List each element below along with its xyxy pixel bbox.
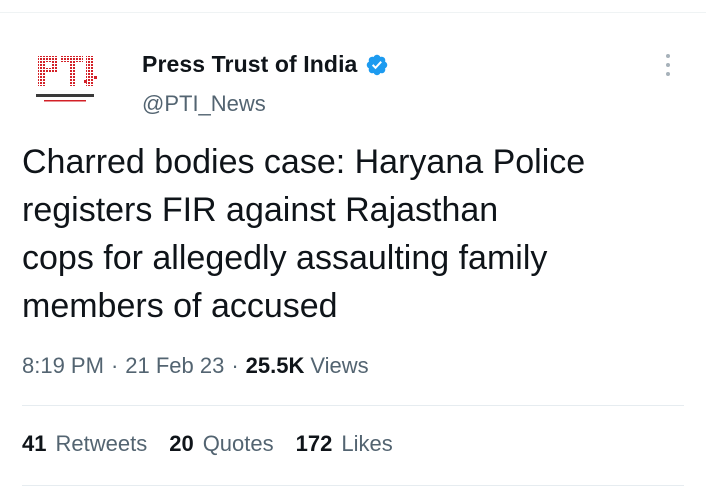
quotes-label: Quotes <box>202 431 274 456</box>
tweet-time[interactable]: 8:19 PM <box>22 353 104 379</box>
tweet-text-line: Charred bodies case: Haryana Police <box>22 143 586 181</box>
tweet-text-line: registers FIR against Rajasthan <box>22 191 499 229</box>
retweets-stat[interactable]: 41 Retweets <box>22 431 147 457</box>
tweet-text-line: members of accused <box>22 287 338 325</box>
more-dot <box>666 63 670 67</box>
views-count[interactable]: 25.5K <box>246 353 305 379</box>
author-display-name[interactable]: Press Trust of India <box>142 51 357 78</box>
verified-badge-icon <box>365 53 389 77</box>
more-dot <box>666 72 670 76</box>
tweet-text-line: cops for allegedly assaulting family <box>22 239 548 277</box>
stats-divider-bottom <box>22 485 684 486</box>
likes-count: 172 <box>295 431 333 456</box>
more-dot <box>666 54 670 58</box>
quotes-stat[interactable]: 20 Quotes <box>169 431 273 457</box>
likes-stat[interactable]: 172 Likes <box>296 431 393 457</box>
tweet-date[interactable]: 21 Feb 23 <box>125 353 224 379</box>
avatar[interactable] <box>22 40 108 126</box>
retweets-label: Retweets <box>55 431 148 456</box>
more-vertical-icon[interactable] <box>657 50 679 80</box>
retweets-count: 41 <box>22 431 47 456</box>
pti-logo <box>36 56 97 102</box>
views-label[interactable]: Views <box>310 353 368 379</box>
meta-separator: · <box>231 353 239 378</box>
author-name-row: Press Trust of India <box>142 51 389 78</box>
quotes-count: 20 <box>169 431 194 456</box>
stats-divider-top <box>22 405 684 406</box>
meta-separator: · <box>110 353 119 378</box>
likes-label: Likes <box>341 431 393 456</box>
tweet-text: Charred bodies case: Haryana Police regi… <box>22 138 692 330</box>
tweet-card: Press Trust of India @PTI_News Charred b… <box>0 0 706 497</box>
tweet-meta: 8:19 PM · 21 Feb 23 · 25.5K Views <box>22 353 369 379</box>
engagement-stats: 41 Retweets 20 Quotes 172 Likes <box>22 431 415 457</box>
author-handle[interactable]: @PTI_News <box>142 91 266 117</box>
